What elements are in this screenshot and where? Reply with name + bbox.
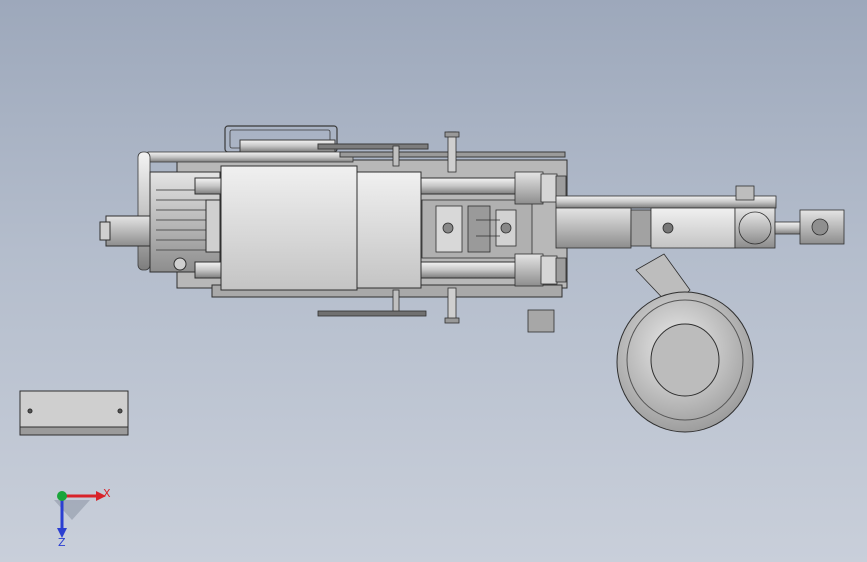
injection-barrel[interactable] [555, 185, 845, 249]
triad-shadow [54, 500, 90, 520]
triad-z-label: Z [58, 536, 66, 549]
moving-platen[interactable] [220, 165, 422, 291]
control-box[interactable] [19, 390, 129, 436]
drive-wheel[interactable] [616, 291, 754, 433]
reference-triad: X Z [54, 487, 111, 549]
triad-x-label: X [103, 487, 111, 500]
cad-graphics-viewport[interactable]: X Z [0, 0, 867, 562]
mould-assembly[interactable] [421, 199, 533, 259]
assembly-drawing[interactable]: X Z [0, 0, 867, 562]
